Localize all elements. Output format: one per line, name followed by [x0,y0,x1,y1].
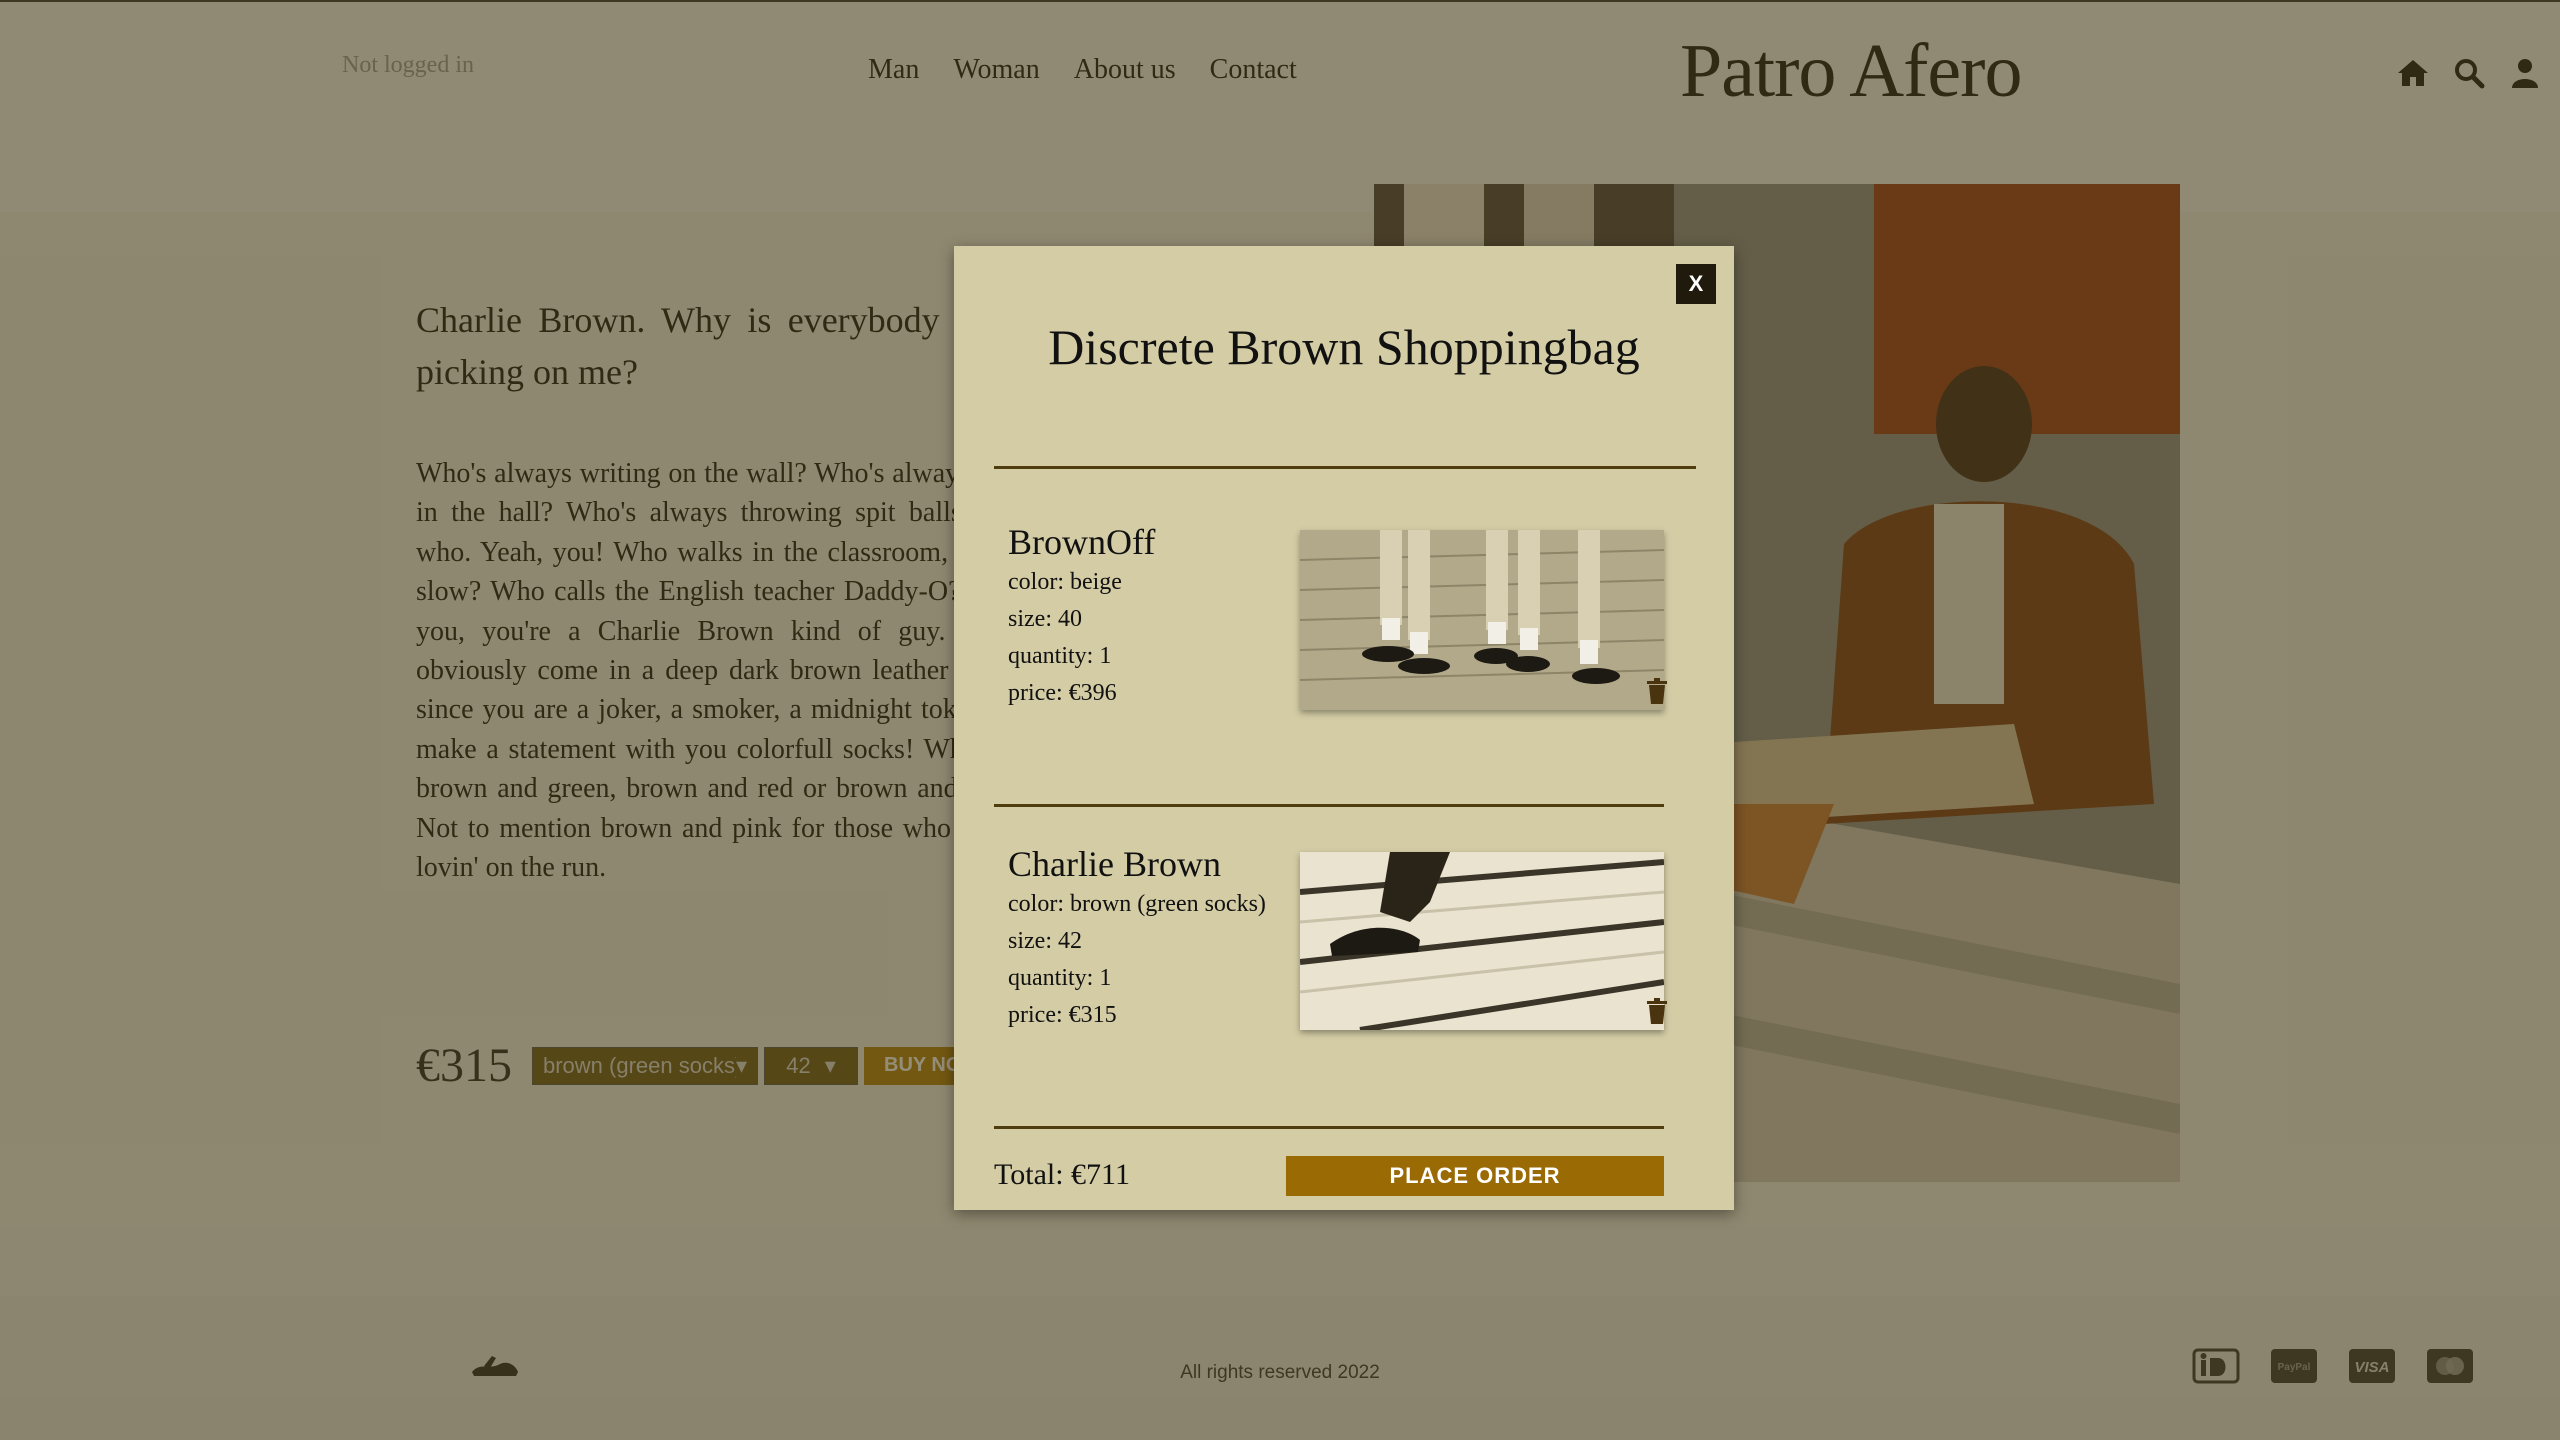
divider [994,466,1696,469]
copyright-text: All rights reserved 2022 [1180,1362,1380,1383]
modal-title: Discrete Brown Shoppingbag [1048,319,1640,375]
trash-icon[interactable] [1646,998,1668,1024]
home-icon[interactable] [2396,56,2430,90]
chevron-down-icon: ▾ [735,1052,747,1078]
size-select[interactable]: 42 ▾ [764,1046,858,1085]
cart-item-image [1300,530,1664,710]
cart-item: BrownOff color: beige size: 40 quantity:… [1008,520,1155,712]
shopping-bag-modal: X Discrete Brown Shoppingbag BrownOff co… [954,246,1734,1210]
site-header: Not logged in Man Woman About us Contact… [0,0,2560,212]
close-button[interactable]: X [1676,264,1716,304]
svg-text:PayPal: PayPal [2278,1362,2311,1373]
color-select-value: brown (green socks) [543,1052,736,1078]
user-icon[interactable] [2508,56,2542,90]
cart-item-quantity: quantity: 1 [1008,643,1112,669]
place-order-button[interactable]: PLACE ORDER [1286,1156,1664,1196]
paypal-icon: PayPal [2270,1348,2318,1384]
nav-woman[interactable]: Woman [953,54,1039,86]
color-select[interactable]: brown (green socks) ▾ [532,1046,758,1085]
login-status: Not logged in [342,52,474,78]
nav-contact[interactable]: Contact [1210,54,1297,86]
site-footer: All rights reserved 2022 PayPal VISA [0,1296,2560,1440]
nav-about-us[interactable]: About us [1074,54,1176,86]
cart-item-name: BrownOff [1008,522,1156,562]
payment-icons: PayPal VISA [2192,1348,2474,1384]
nav-man[interactable]: Man [868,54,919,86]
trash-icon[interactable] [1646,678,1668,704]
header-icons [2396,56,2542,90]
cart-item-price: price: €396 [1008,680,1117,706]
divider [994,804,1664,807]
cart-total: Total: €711 [994,1158,1130,1191]
divider [994,1126,1664,1129]
cart-item-size: size: 40 [1008,606,1082,632]
brand-logo[interactable]: Patro Afero [1680,28,2022,115]
cart-item-size: size: 42 [1008,928,1082,954]
search-icon[interactable] [2452,56,2486,90]
cart-item-quantity: quantity: 1 [1008,965,1112,991]
cart-item-color: color: brown (green socks) [1008,891,1266,917]
cart-item-color: color: beige [1008,569,1122,595]
main-nav: Man Woman About us Contact [868,54,1297,86]
buy-row: €315 brown (green socks) ▾ 42 ▾ BUY NOW [416,1038,1004,1093]
section-gap [0,1226,2560,1296]
cart-item-price: price: €315 [1008,1002,1117,1028]
mastercard-icon [2426,1348,2474,1384]
cart-item-name: Charlie Brown [1008,844,1221,884]
chevron-down-icon: ▾ [824,1052,836,1078]
ideal-icon [2192,1348,2240,1384]
cart-item: Charlie Brown color: brown (green socks)… [1008,842,1266,1034]
svg-text:VISA: VISA [2354,1359,2389,1376]
visa-icon: VISA [2348,1348,2396,1384]
cart-item-image [1300,852,1664,1030]
page: Not logged in Man Woman About us Contact… [0,0,2560,1440]
product-price: €315 [416,1039,512,1092]
size-select-value: 42 [786,1052,811,1078]
